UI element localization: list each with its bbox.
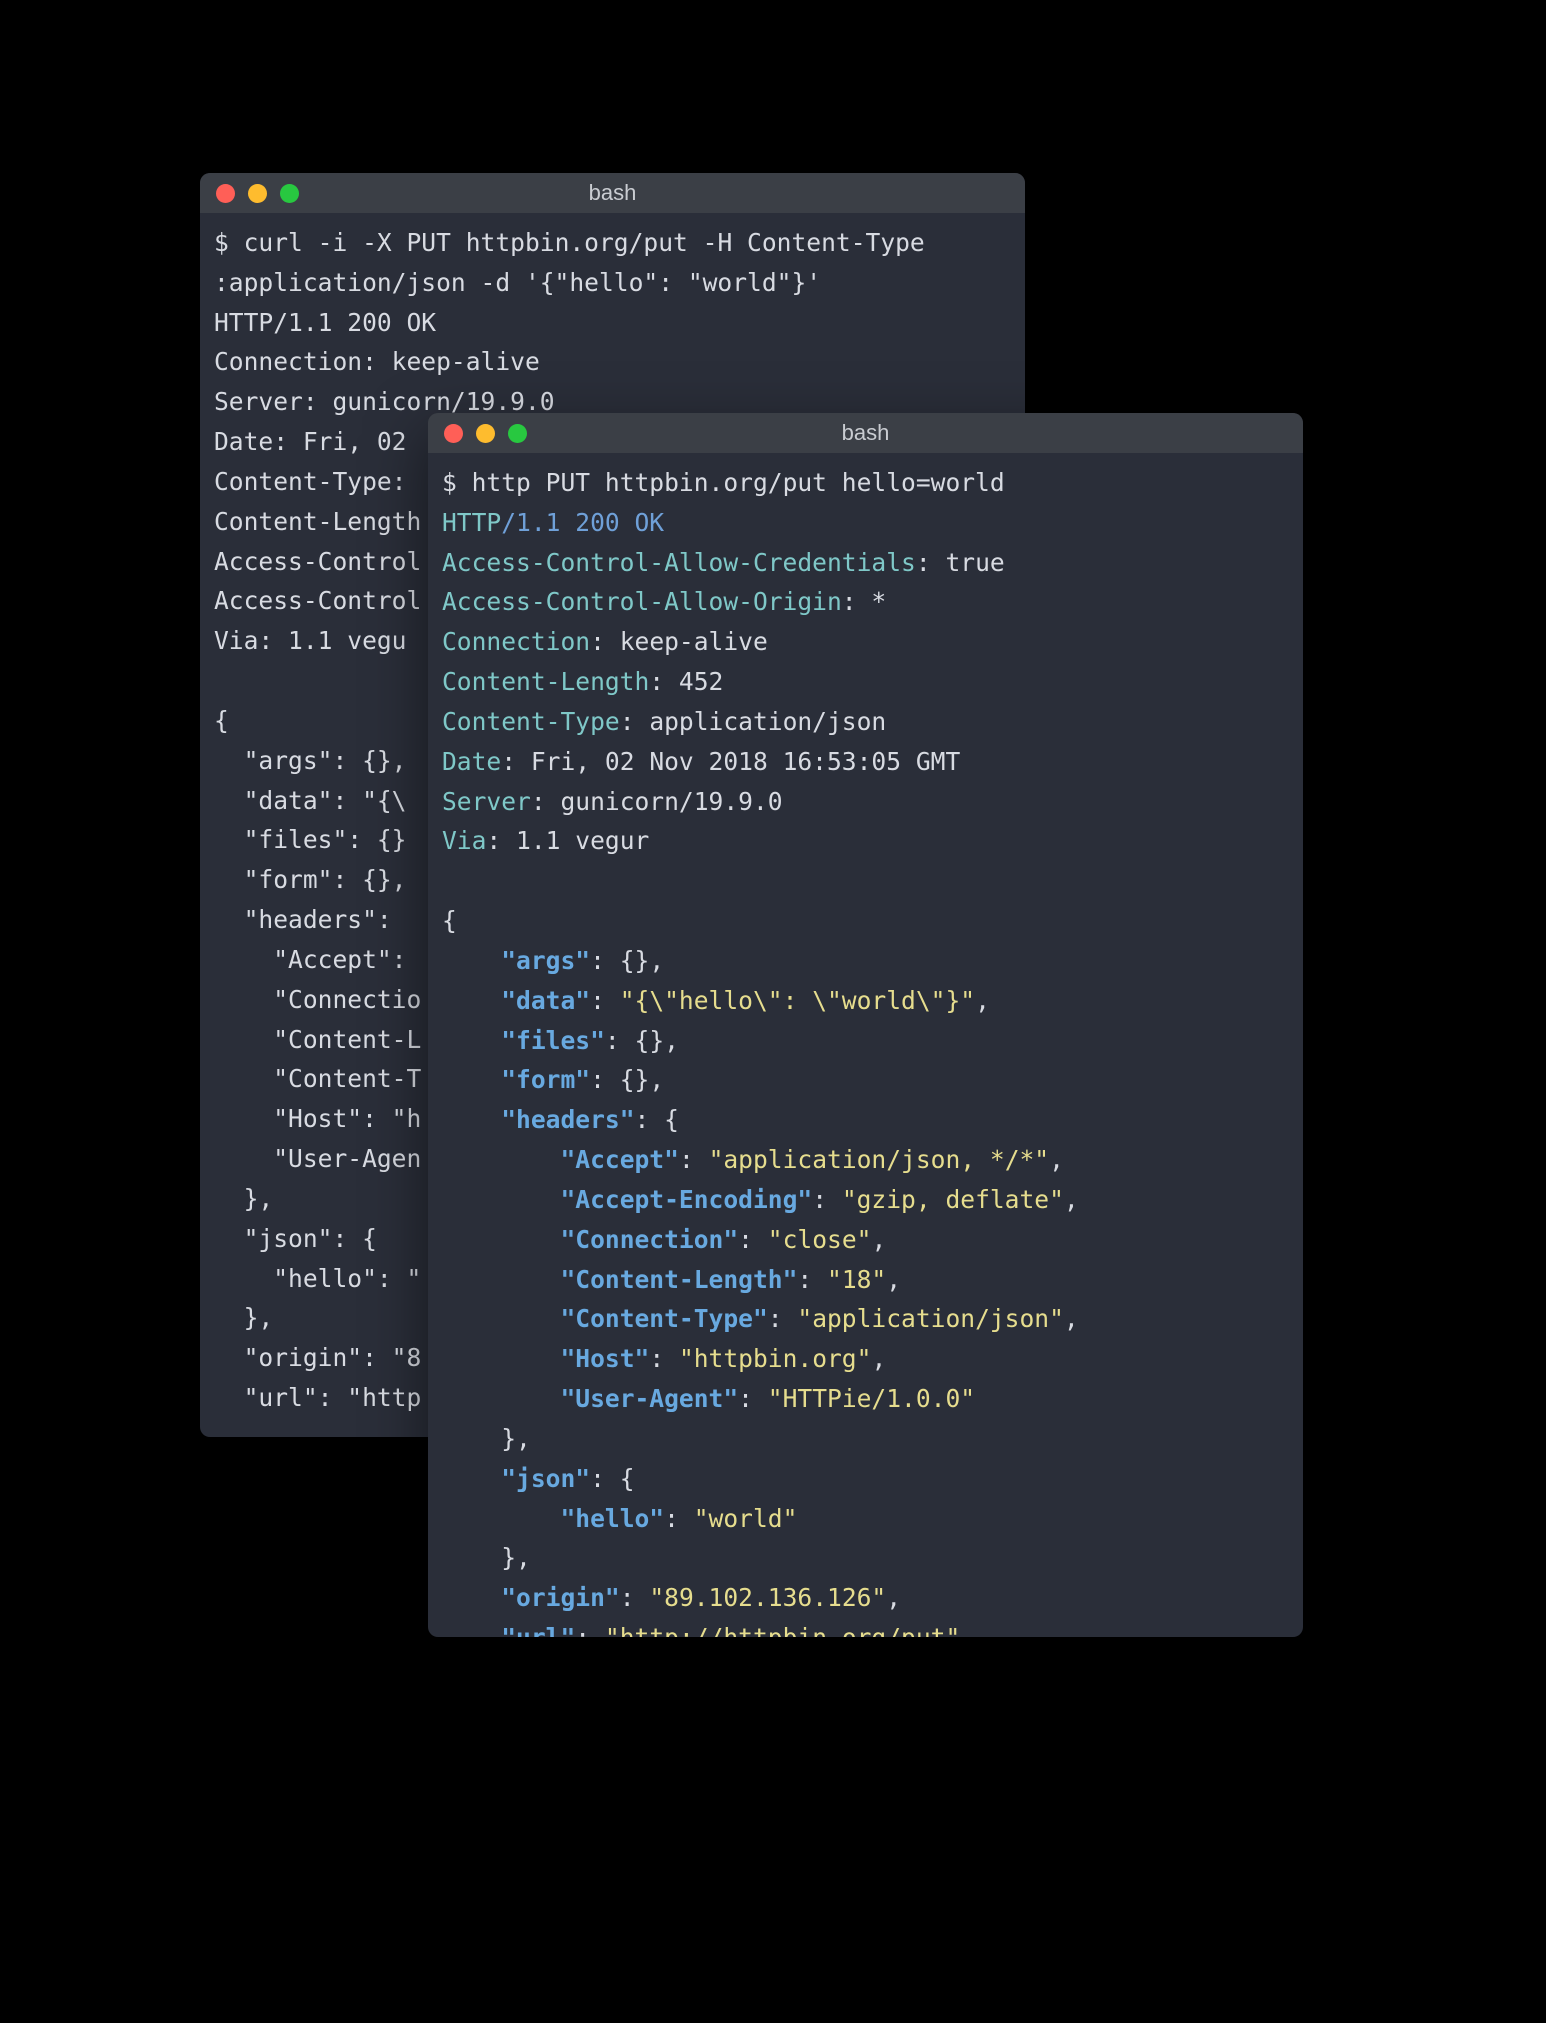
terminal-body-front[interactable]: $ http PUT httpbin.org/put hello=world H… <box>428 453 1303 1637</box>
response-body-back: { "args": {}, "data": "{\ "files": {} "f… <box>214 706 421 1412</box>
maximize-icon[interactable] <box>280 184 299 203</box>
minimize-icon[interactable] <box>248 184 267 203</box>
titlebar-back[interactable]: bash <box>200 173 1025 213</box>
close-icon[interactable] <box>444 424 463 443</box>
prompt-front: $ <box>442 468 457 497</box>
maximize-icon[interactable] <box>508 424 527 443</box>
prompt-back: $ <box>214 228 229 257</box>
traffic-lights <box>444 424 527 443</box>
command-back: curl -i -X PUT httpbin.org/put -H Conten… <box>214 228 925 297</box>
window-title-front: bash <box>842 420 890 446</box>
proto-name: HTTP <box>442 508 501 537</box>
response-json-front: { "args": {}, "data": "{\"hello\": \"wor… <box>442 906 1079 1637</box>
command-front: http PUT httpbin.org/put hello=world <box>472 468 1005 497</box>
window-title-back: bash <box>589 180 637 206</box>
traffic-lights <box>216 184 299 203</box>
titlebar-front[interactable]: bash <box>428 413 1303 453</box>
proto-status: /1.1 200 OK <box>501 508 664 537</box>
minimize-icon[interactable] <box>476 424 495 443</box>
close-icon[interactable] <box>216 184 235 203</box>
response-headers-front: Access-Control-Allow-Credentials: true A… <box>442 548 1005 856</box>
terminal-window-front: bash $ http PUT httpbin.org/put hello=wo… <box>428 413 1303 1637</box>
